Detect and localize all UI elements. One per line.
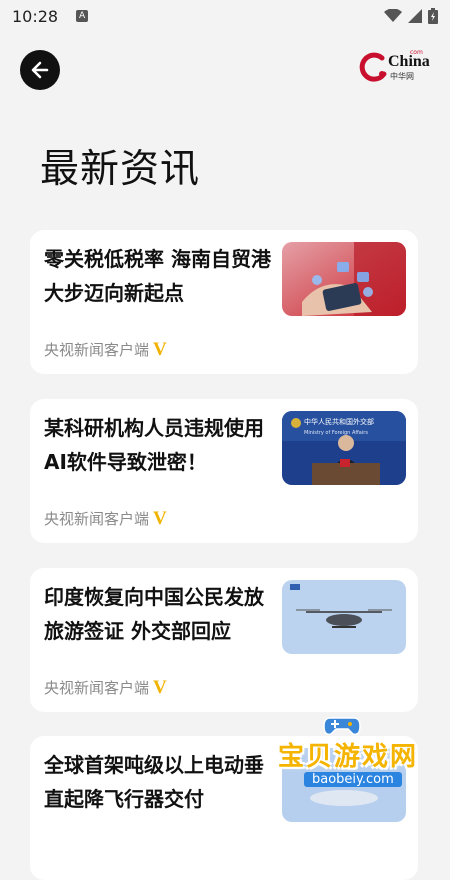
back-button[interactable] — [20, 50, 60, 90]
gamepad-icon — [323, 717, 361, 736]
news-title: 某科研机构人员违规使用AI软件导致泄密！ — [44, 416, 264, 474]
arrow-left-icon — [31, 61, 49, 79]
news-card[interactable]: 零关税低税率 海南自贸港大步迈向新起点 央视新闻客户端 V — [30, 230, 418, 374]
status-bar: 10:28 A — [0, 0, 450, 32]
news-source: 央视新闻客户端 V — [44, 508, 167, 529]
status-icons — [384, 8, 438, 24]
news-source-label: 央视新闻客户端 — [44, 510, 150, 528]
news-thumbnail: 中华人民共和国外交部 Ministry of Foreign Affairs — [282, 411, 406, 485]
logo-mark-icon — [359, 52, 387, 82]
watermark-url: baobeiy.com — [304, 772, 402, 787]
site-watermark: 宝贝游戏网 baobeiy.com — [270, 712, 450, 800]
app-header: com China 中华网 — [0, 32, 450, 112]
wifi-icon — [384, 9, 402, 22]
signal-icon — [408, 9, 422, 23]
press-conference-image: 中华人民共和国外交部 Ministry of Foreign Affairs — [282, 411, 406, 485]
notification-icon: A — [76, 10, 89, 22]
news-source: 央视新闻客户端 V — [44, 339, 167, 360]
status-left: 10:28 A — [12, 6, 89, 26]
verified-badge: V — [153, 339, 167, 360]
news-title: 全球首架吨级以上电动垂直起降飞行器交付 — [44, 753, 264, 811]
thumb-text-cn: 中华人民共和国外交部 — [304, 417, 374, 426]
news-card[interactable]: 印度恢复向中国公民发放旅游签证 外交部回应 央视新闻客户端 V — [30, 568, 418, 712]
logo-text: China — [388, 53, 430, 70]
china-com-logo: com China 中华网 — [358, 49, 430, 84]
thumb-text-en: Ministry of Foreign Affairs — [304, 430, 368, 436]
status-time: 10:28 — [12, 6, 59, 26]
news-thumbnail — [282, 242, 406, 316]
watermark-text: 宝贝游戏网 — [278, 742, 419, 772]
news-source: 央视新闻客户端 V — [44, 677, 167, 698]
battery-icon — [428, 8, 438, 24]
news-title: 印度恢复向中国公民发放旅游签证 外交部回应 — [44, 585, 264, 643]
page-title: 最新资讯 — [40, 147, 201, 192]
news-title: 零关税低税率 海南自贸港大步迈向新起点 — [44, 247, 271, 305]
verified-badge: V — [153, 508, 167, 529]
evtol-aircraft-image — [282, 580, 406, 654]
news-thumbnail — [282, 580, 406, 654]
news-source-label: 央视新闻客户端 — [44, 341, 150, 359]
hands-phone-image — [282, 242, 406, 316]
verified-badge: V — [153, 677, 167, 698]
news-card[interactable]: 某科研机构人员违规使用AI软件导致泄密！ 中华人民共和国外交部 Ministry… — [30, 399, 418, 543]
news-source-label: 央视新闻客户端 — [44, 679, 150, 697]
logo-subtext: 中华网 — [390, 72, 414, 81]
